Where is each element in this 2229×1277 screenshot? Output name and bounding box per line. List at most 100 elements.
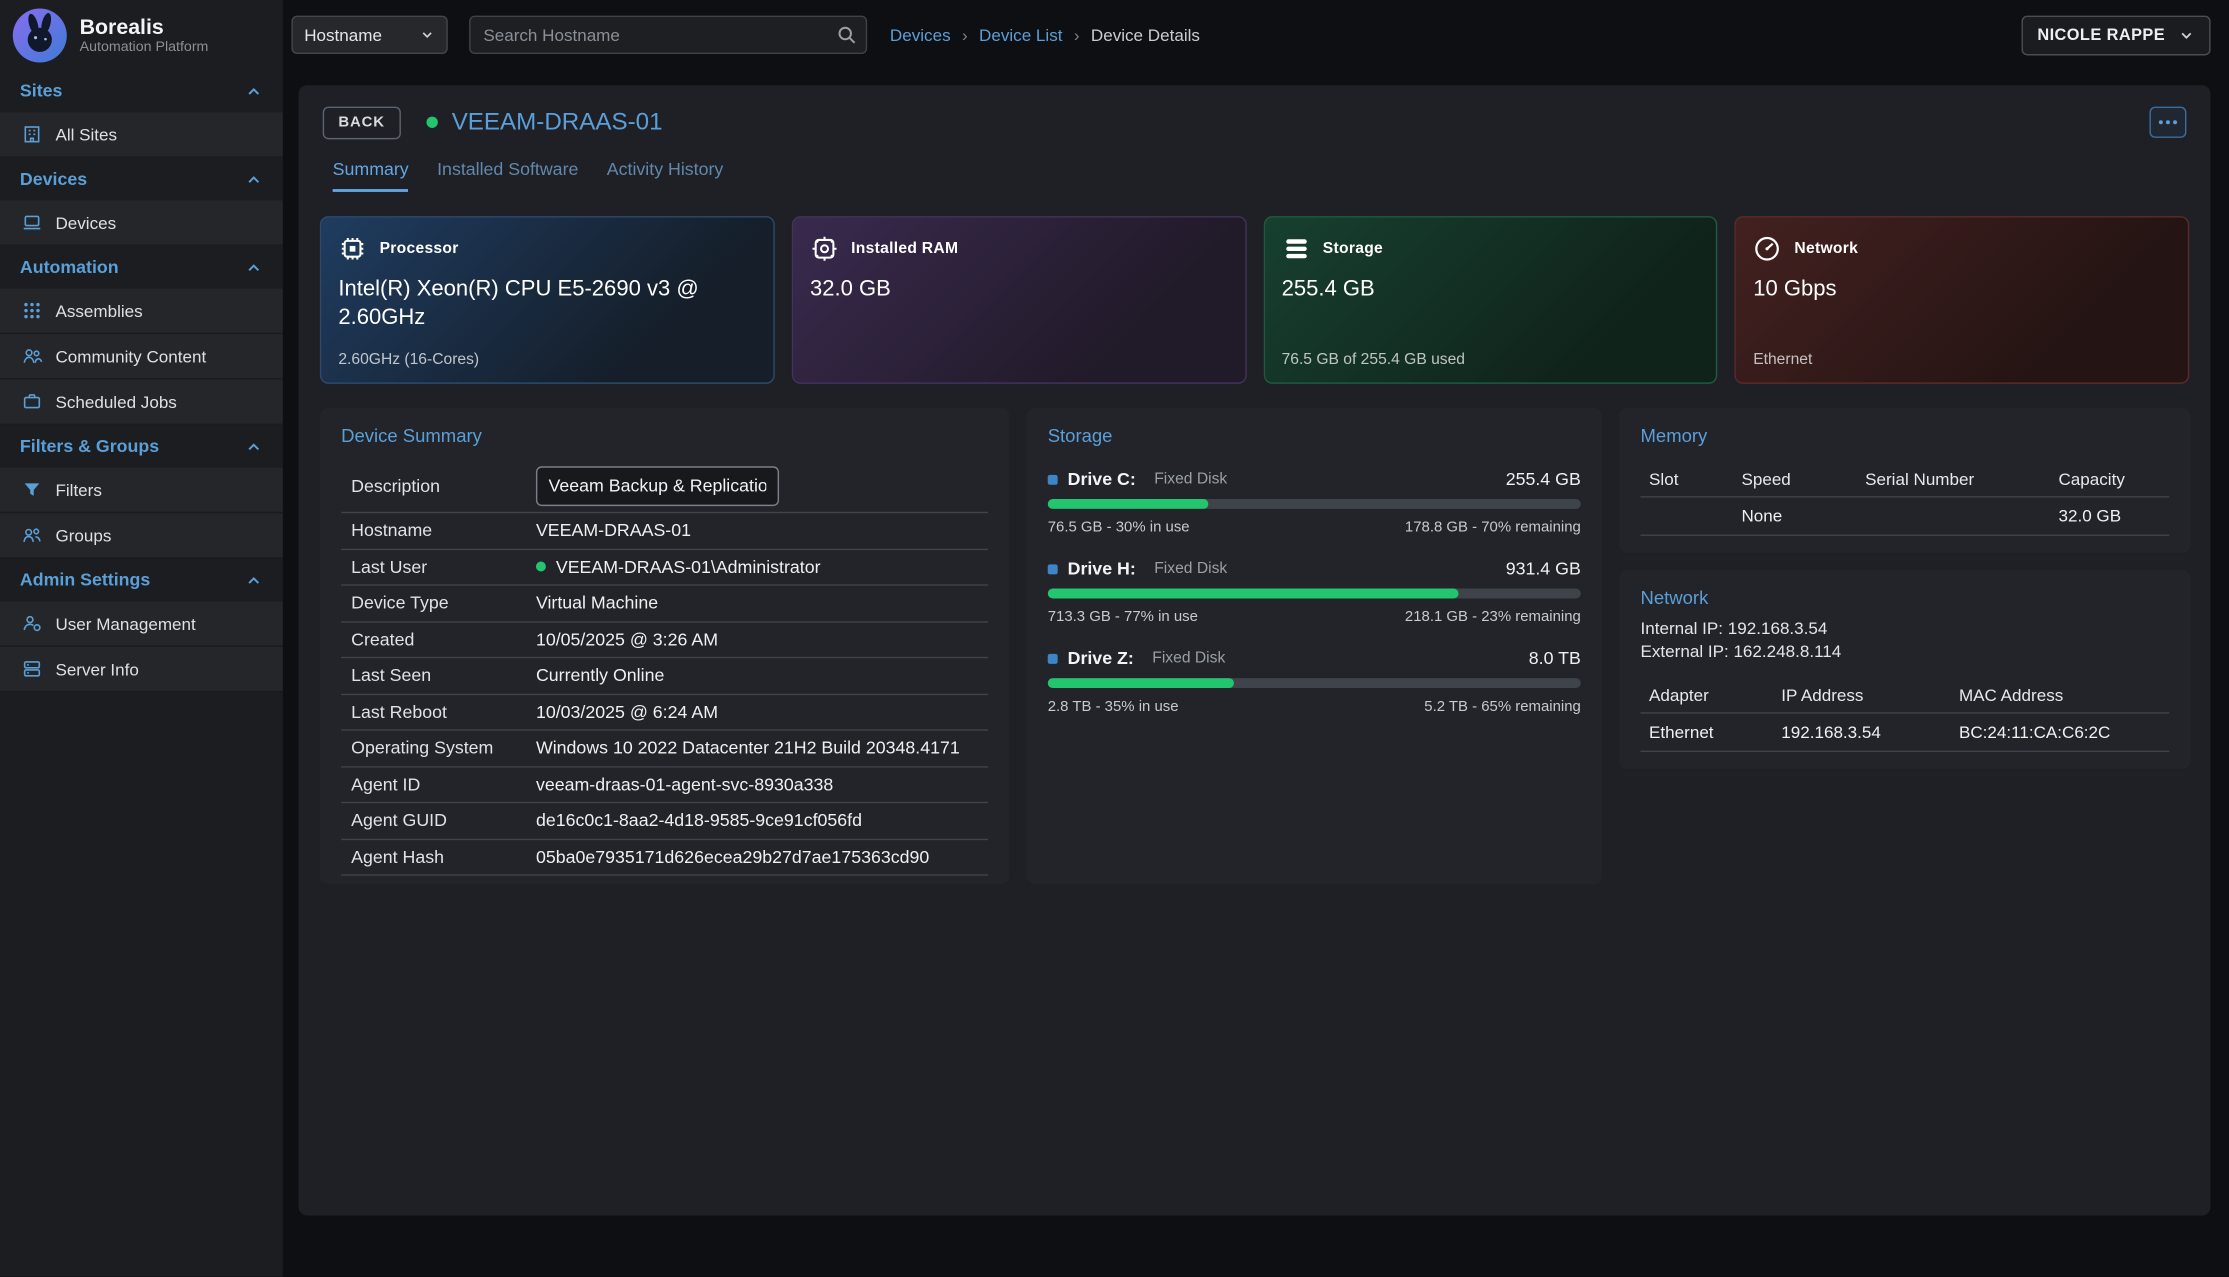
- drive-bullet-icon: [1048, 653, 1058, 663]
- sidebar-header-label: Admin Settings: [20, 570, 150, 590]
- stat-card-value: 32.0 GB: [810, 276, 1228, 305]
- search-input[interactable]: [469, 16, 867, 54]
- chevron-down-icon: [2178, 26, 2195, 43]
- sidebar-header-automation[interactable]: Automation: [0, 246, 283, 289]
- drive-name: Drive H:: [1068, 559, 1136, 579]
- groups-icon: [21, 525, 42, 546]
- summary-row-agent-id: Agent ID veeam-draas-01-agent-svc-8930a3…: [341, 767, 988, 803]
- ellipsis-icon: [2158, 119, 2178, 125]
- sidebar-item-devices[interactable]: Devices: [0, 200, 283, 245]
- sidebar-item-label: All Sites: [55, 124, 117, 144]
- sidebar-item-label: Community Content: [55, 346, 206, 366]
- summary-row-label: Last User: [351, 557, 536, 577]
- tab-activity-history[interactable]: Activity History: [607, 159, 724, 192]
- back-button[interactable]: BACK: [323, 106, 401, 139]
- chevron-up-icon: [245, 170, 263, 188]
- summary-row-value: Virtual Machine: [536, 593, 658, 613]
- topbar: Hostname Devices › Device List › Device …: [283, 0, 2229, 70]
- sidebar-item-scheduled-jobs[interactable]: Scheduled Jobs: [0, 380, 283, 425]
- stat-card-title: Installed RAM: [851, 240, 958, 257]
- column-header: MAC Address: [1959, 685, 2161, 705]
- sidebar-header-sites[interactable]: Sites: [0, 70, 283, 113]
- sidebar-header-label: Devices: [20, 169, 87, 189]
- network-table: Adapter IP Address MAC Address Ethernet …: [1641, 677, 2170, 752]
- search-field-dropdown[interactable]: Hostname: [291, 16, 447, 54]
- stat-card-title: Processor: [380, 240, 459, 257]
- breadcrumb-link-device-list[interactable]: Device List: [979, 25, 1062, 45]
- panel-header: BACK VEEAM-DRAAS-01: [320, 105, 2189, 139]
- sidebar-header-devices[interactable]: Devices: [0, 158, 283, 201]
- summary-row-hostname: Hostname VEEAM-DRAAS-01: [341, 513, 988, 549]
- summary-row-label: Last Seen: [351, 666, 536, 686]
- network-table-header: Adapter IP Address MAC Address: [1641, 677, 2170, 714]
- breadcrumb-separator: ›: [962, 25, 968, 45]
- tab-installed-software[interactable]: Installed Software: [437, 159, 578, 192]
- column-header: Slot: [1649, 468, 1741, 488]
- tab-bar: Summary Installed Software Activity Hist…: [320, 159, 2189, 192]
- all-sites-icon: [21, 124, 42, 145]
- server-info-icon: [21, 658, 42, 679]
- adapter-name: Ethernet: [1649, 722, 1781, 742]
- sidebar-nav: Sites All Sites Devices: [0, 70, 283, 693]
- last-user-value: VEEAM-DRAAS-01\Administrator: [556, 557, 821, 577]
- sidebar-item-assemblies[interactable]: Assemblies: [0, 289, 283, 334]
- summary-row-label: Created: [351, 629, 536, 649]
- sidebar-item-label: Filters: [55, 480, 101, 500]
- sidebar-header-filters-groups[interactable]: Filters & Groups: [0, 425, 283, 468]
- summary-row-label: Hostname: [351, 521, 536, 541]
- sidebar-item-groups[interactable]: Groups: [0, 513, 283, 558]
- sidebar-item-label: User Management: [55, 613, 195, 633]
- drive-bullet-icon: [1048, 564, 1058, 574]
- drive-type: Fixed Disk: [1154, 471, 1227, 488]
- brand: Borealis Automation Platform: [0, 0, 283, 70]
- assemblies-icon: [21, 300, 42, 321]
- breadcrumb-separator: ›: [1074, 25, 1080, 45]
- drive-size: 255.4 GB: [1506, 469, 1581, 489]
- memory-card: Memory Slot Speed Serial Number Capacity: [1619, 408, 2190, 553]
- summary-row-created: Created 10/05/2025 @ 3:26 AM: [341, 622, 988, 658]
- user-menu-button[interactable]: NICOLE RAPPE: [2022, 15, 2211, 55]
- stat-card-network: Network 10 Gbps Ethernet: [1735, 216, 2190, 384]
- chevron-up-icon: [245, 571, 263, 589]
- page-title: VEEAM-DRAAS-01: [452, 108, 663, 136]
- sidebar-item-community-content[interactable]: Community Content: [0, 334, 283, 379]
- scheduled-jobs-icon: [21, 391, 42, 412]
- sidebar-header-label: Sites: [20, 81, 62, 101]
- sidebar-item-filters[interactable]: Filters: [0, 468, 283, 513]
- summary-row-value: 10/03/2025 @ 6:24 AM: [536, 702, 718, 722]
- stat-card-value: Intel(R) Xeon(R) CPU E5-2690 v3 @ 2.60GH…: [338, 276, 756, 333]
- sidebar-item-all-sites[interactable]: All Sites: [0, 112, 283, 157]
- sidebar-header-admin-settings[interactable]: Admin Settings: [0, 559, 283, 602]
- stat-card-value: 255.4 GB: [1282, 276, 1700, 305]
- device-summary-card: Device Summary Description Hostname VEEA…: [320, 408, 1009, 884]
- stat-card-storage: Storage 255.4 GB 76.5 GB of 255.4 GB use…: [1263, 216, 1718, 384]
- sidebar-header-label: Filters & Groups: [20, 436, 159, 456]
- drive-row-h: Drive H: Fixed Disk 931.4 GB 713.3 GB - …: [1048, 559, 1581, 626]
- drive-used: 2.8 TB - 35% in use: [1048, 698, 1179, 715]
- drive-bullet-icon: [1048, 474, 1058, 484]
- summary-row-label: Agent ID: [351, 774, 536, 794]
- brand-subtitle: Automation Platform: [80, 39, 209, 55]
- network-card: Network Internal IP: 192.168.3.54 Extern…: [1619, 570, 2190, 769]
- stat-card-title: Network: [1794, 240, 1858, 257]
- memory-table-header: Slot Speed Serial Number Capacity: [1641, 461, 2170, 498]
- drive-remaining: 218.1 GB - 23% remaining: [1405, 608, 1581, 625]
- drive-used: 713.3 GB - 77% in use: [1048, 608, 1198, 625]
- summary-row-last-reboot: Last Reboot 10/03/2025 @ 6:24 AM: [341, 694, 988, 730]
- user-management-icon: [21, 613, 42, 634]
- more-actions-button[interactable]: [2149, 107, 2186, 138]
- description-input[interactable]: [536, 466, 779, 506]
- sidebar-item-label: Scheduled Jobs: [55, 392, 176, 412]
- content-area: BACK VEEAM-DRAAS-01 Summary Installed So…: [283, 70, 2229, 1277]
- sidebar-item-user-management[interactable]: User Management: [0, 601, 283, 646]
- brand-title: Borealis: [80, 15, 209, 39]
- stat-card-footer: 76.5 GB of 255.4 GB used: [1282, 351, 1700, 368]
- summary-row-label: Device Type: [351, 593, 536, 613]
- sidebar-item-server-info[interactable]: Server Info: [0, 647, 283, 692]
- breadcrumb-link-devices[interactable]: Devices: [890, 25, 951, 45]
- tab-summary[interactable]: Summary: [333, 159, 409, 192]
- network-table-row: Ethernet 192.168.3.54 BC:24:11:CA:C6:2C: [1641, 714, 2170, 752]
- card-title: Device Summary: [341, 425, 988, 446]
- chevron-up-icon: [245, 82, 263, 100]
- drive-type: Fixed Disk: [1152, 650, 1225, 667]
